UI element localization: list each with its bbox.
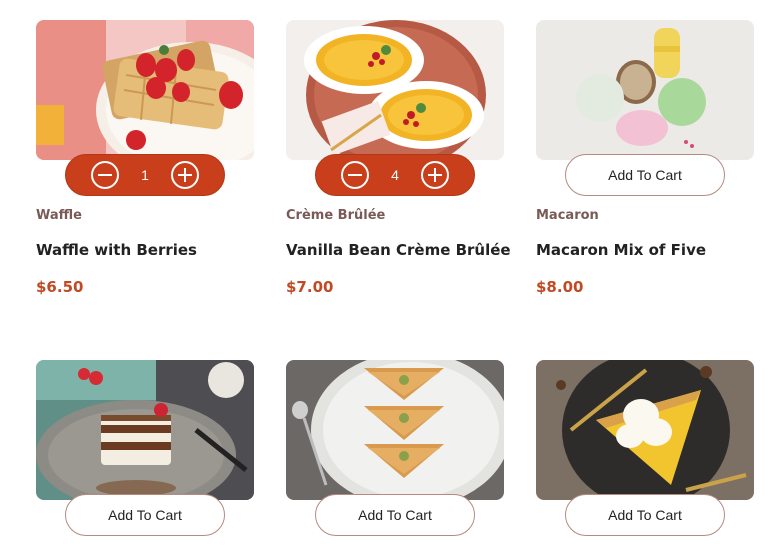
product-category: Waffle [36, 208, 82, 223]
product-price: $7.00 [286, 278, 334, 296]
plus-circle-icon [420, 161, 449, 189]
product-card: Add To Cart [536, 360, 754, 536]
decrement-button[interactable] [340, 160, 370, 190]
add-to-cart-button[interactable]: Add To Cart [315, 494, 475, 536]
product-title[interactable]: Macaron Mix of Five [536, 241, 706, 259]
product-image[interactable] [36, 360, 254, 500]
product-image[interactable] [536, 360, 754, 500]
product-price: $6.50 [36, 278, 84, 296]
minus-circle-icon [341, 161, 369, 189]
minus-circle-icon [91, 161, 119, 189]
product-image[interactable] [286, 20, 504, 160]
increment-button[interactable] [170, 160, 200, 190]
product-title[interactable]: Vanilla Bean Crème Brûlée [286, 241, 511, 259]
quantity-value: 1 [141, 167, 149, 183]
product-title[interactable]: Waffle with Berries [36, 241, 197, 259]
product-category: Macaron [536, 208, 599, 223]
tiramisu-image [36, 360, 254, 500]
add-to-cart-button[interactable]: Add To Cart [65, 494, 225, 536]
increment-button[interactable] [420, 160, 450, 190]
decrement-button[interactable] [90, 160, 120, 190]
quantity-value: 4 [391, 167, 399, 183]
product-card: Add To Cart [286, 360, 504, 536]
product-card: 4 Crème Brûlée Vanilla Bean Crème Brûlée… [286, 20, 511, 296]
quantity-stepper: 4 [315, 154, 475, 196]
product-image[interactable] [36, 20, 254, 160]
plus-circle-icon [170, 161, 199, 189]
baklava-image [286, 360, 504, 500]
quantity-stepper: 1 [65, 154, 225, 196]
product-card: Add To Cart [36, 360, 254, 536]
product-category: Crème Brûlée [286, 208, 386, 223]
product-image[interactable] [536, 20, 754, 160]
product-card: Add To Cart Macaron Macaron Mix of Five … [536, 20, 754, 296]
add-to-cart-button[interactable]: Add To Cart [565, 154, 725, 196]
creme-brulee-image [286, 20, 504, 160]
product-image[interactable] [286, 360, 504, 500]
product-card: 1 Waffle Waffle with Berries $6.50 [36, 20, 254, 296]
waffle-image [36, 20, 254, 160]
product-price: $8.00 [536, 278, 584, 296]
add-to-cart-button[interactable]: Add To Cart [565, 494, 725, 536]
pie-image [536, 360, 754, 500]
macaron-image [536, 20, 754, 160]
product-grid: 1 Waffle Waffle with Berries $6.50 4 Crè… [0, 0, 777, 547]
